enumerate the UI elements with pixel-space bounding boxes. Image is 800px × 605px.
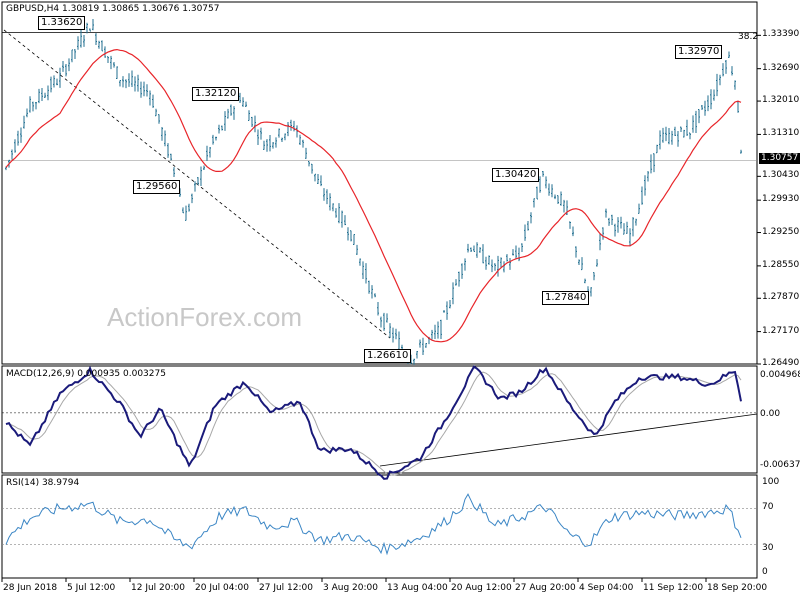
chart-window: ActionForex.com GBPUSD,H4 1.30819 1.3086… — [0, 0, 800, 600]
time-tick-label: 20 Jul 04:00 — [195, 583, 249, 593]
annotation-high-aug27: 1.30420 — [492, 168, 540, 182]
rsi-title: RSI(14) 38.9794 — [6, 478, 80, 488]
price-tick-label: 1.29930 — [762, 194, 800, 205]
time-tick-label: 27 Jul 12:00 — [259, 583, 313, 593]
price-tick-label: 1.26490 — [762, 358, 800, 368]
time-tick-label: 4 Sep 04:00 — [579, 583, 634, 593]
downtrend-line — [3, 29, 391, 339]
time-tick-label: 27 Aug 20:00 — [515, 583, 576, 593]
macd-tick-top: 0.004968 — [760, 370, 800, 380]
price-tick-label: 1.33390 — [762, 29, 800, 40]
annotation-low-sep4: 1.27840 — [542, 291, 590, 305]
watermark-text: ActionForex.com — [107, 302, 303, 332]
time-tick-label: 28 Jun 2018 — [3, 583, 58, 593]
price-tick-label: 1.32010 — [762, 95, 800, 106]
price-chart-title: GBPUSD,H4 1.30819 1.30865 1.30676 1.3075… — [6, 4, 220, 14]
rsi-tick-0: 0 — [762, 567, 768, 577]
moving-average-line — [5, 48, 742, 343]
time-tick-label: 5 Jul 12:00 — [67, 583, 116, 593]
annotation-high-jul: 1.33620 — [38, 16, 86, 30]
price-tick-label: 1.27870 — [762, 292, 800, 303]
annotation-low-aug13: 1.26610 — [364, 349, 412, 363]
time-tick-label: 3 Aug 20:00 — [323, 583, 378, 593]
macd-tick-zero: 0.00 — [760, 409, 781, 419]
annotation-high-sep18: 1.32970 — [675, 45, 723, 59]
fib-level-label: 38.2 — [738, 32, 759, 42]
time-tick-label: 20 Aug 12:00 — [451, 583, 512, 593]
time-tick-label: 18 Sep 20:00 — [707, 583, 768, 593]
price-tick-label: 1.31310 — [762, 128, 800, 139]
time-tick-label: 11 Sep 12:00 — [643, 583, 704, 593]
price-tick-label: 1.30430 — [762, 170, 800, 181]
price-tick-label: 1.29250 — [762, 226, 800, 237]
rsi-tick-100: 100 — [762, 477, 780, 487]
rsi-panel-border — [1, 474, 758, 579]
rsi-tick-30: 30 — [762, 543, 774, 553]
time-tick-label: 13 Aug 04:00 — [387, 583, 448, 593]
macd-tick-bottom: -0.006372 — [760, 460, 800, 470]
price-tick-label: 1.32690 — [762, 62, 800, 73]
macd-panel-border — [1, 365, 758, 474]
chart-canvas — [1, 1, 761, 582]
price-tick-label: 1.27170 — [762, 325, 800, 336]
macd-title: MACD(12,26,9) 0.000935 0.003275 — [6, 369, 166, 379]
time-tick-label: 12 Jul 20:00 — [131, 583, 185, 593]
current-price-tag: 1.30757 — [759, 153, 800, 164]
macd-trendline — [379, 413, 758, 467]
rsi-tick-70: 70 — [762, 502, 774, 512]
price-tick-label: 1.28550 — [762, 259, 800, 270]
annotation-high-jul20: 1.32120 — [192, 87, 240, 101]
annotation-low-jul12: 1.29560 — [133, 180, 181, 194]
